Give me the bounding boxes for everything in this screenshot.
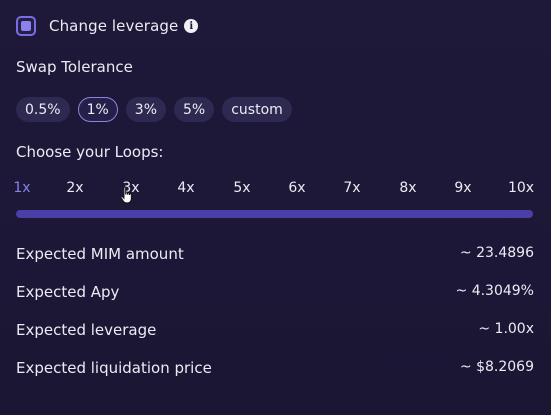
- result-value: ~ $8.2069: [459, 359, 534, 375]
- loop-option-7x[interactable]: 7x: [343, 180, 360, 196]
- result-value: ~ 1.00x: [478, 321, 534, 337]
- result-row-apy: Expected Apy ~ 4.3049%: [16, 283, 534, 321]
- loops-slider-track[interactable]: [16, 210, 533, 218]
- loop-option-1x[interactable]: 1x: [13, 180, 30, 196]
- tolerance-option-5[interactable]: 5%: [174, 97, 215, 122]
- tolerance-option-3[interactable]: 3%: [125, 97, 167, 122]
- result-value: ~ 23.4896: [459, 245, 534, 261]
- loop-option-2x[interactable]: 2x: [66, 180, 83, 196]
- change-leverage-row: Change leverage i: [16, 14, 199, 38]
- choose-loops-title: Choose your Loops:: [16, 143, 164, 161]
- result-value: ~ 4.3049%: [455, 283, 534, 299]
- result-label: Expected liquidation price: [16, 359, 212, 377]
- leverage-panel: Change leverage i Swap Tolerance 0.5% 1%…: [0, 0, 551, 415]
- result-row-mim-amount: Expected MIM amount ~ 23.4896: [16, 245, 534, 283]
- loops-slider: 1x 2x 3x 4x 5x 6x 7x 8x 9x 10x: [13, 180, 534, 218]
- checkbox-checked-mark: [21, 21, 31, 31]
- loop-option-5x[interactable]: 5x: [233, 180, 250, 196]
- loop-option-4x[interactable]: 4x: [177, 180, 194, 196]
- loop-option-8x[interactable]: 8x: [399, 180, 416, 196]
- result-label: Expected leverage: [16, 321, 157, 339]
- expected-results: Expected MIM amount ~ 23.4896 Expected A…: [16, 245, 534, 397]
- result-row-liquidation-price: Expected liquidation price ~ $8.2069: [16, 359, 534, 397]
- tolerance-option-custom[interactable]: custom: [222, 97, 292, 122]
- result-row-leverage: Expected leverage ~ 1.00x: [16, 321, 534, 359]
- tolerance-option-0.5[interactable]: 0.5%: [16, 97, 70, 122]
- hand-pointer-cursor-icon: [120, 186, 132, 204]
- info-icon[interactable]: i: [184, 19, 199, 33]
- loop-labels: 1x 2x 3x 4x 5x 6x 7x 8x 9x 10x: [13, 180, 534, 200]
- loop-option-6x[interactable]: 6x: [288, 180, 305, 196]
- loop-option-9x[interactable]: 9x: [454, 180, 471, 196]
- loop-option-10x[interactable]: 10x: [508, 180, 534, 196]
- change-leverage-label: Change leverage: [49, 17, 179, 35]
- swap-tolerance-options: 0.5% 1% 3% 5% custom: [16, 97, 292, 122]
- change-leverage-checkbox[interactable]: [16, 16, 36, 36]
- result-label: Expected MIM amount: [16, 245, 184, 263]
- result-label: Expected Apy: [16, 283, 120, 301]
- swap-tolerance-title: Swap Tolerance: [16, 58, 133, 76]
- tolerance-option-1[interactable]: 1%: [77, 97, 118, 122]
